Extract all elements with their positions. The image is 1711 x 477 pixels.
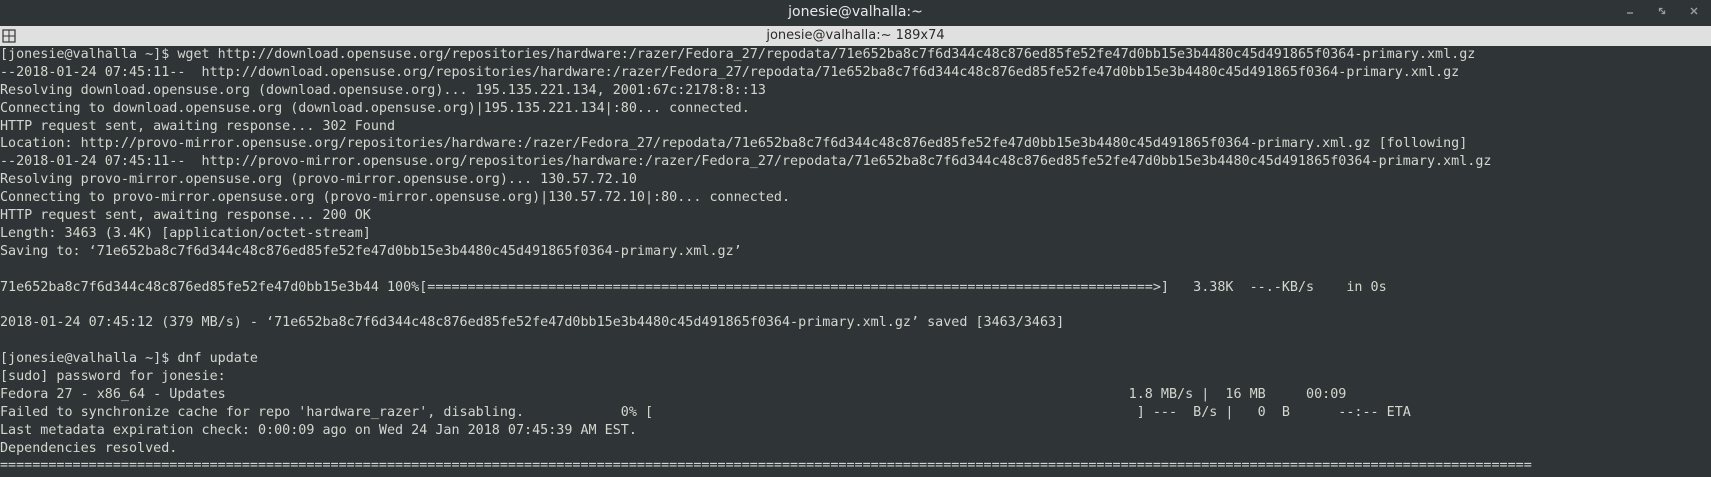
terminal-tab-bar: jonesie@valhalla:~ 189x74 (0, 26, 1711, 47)
close-icon[interactable] (1687, 3, 1701, 19)
terminal-line: Dependencies resolved. (0, 440, 178, 456)
terminal-line: HTTP request sent, awaiting response... … (0, 118, 396, 134)
window-controls (1623, 3, 1701, 19)
window-titlebar[interactable]: jonesie@valhalla:~ (0, 0, 1711, 26)
terminal-window: jonesie@valhalla:~ jonesie@valhalla:~ 18… (0, 0, 1711, 477)
terminal-line: Fedora 27 - x86_64 - Updates 1.8 MB/s | … (0, 386, 1347, 402)
terminal-line: ========================================… (0, 458, 1532, 474)
terminal-line: 2018-01-24 07:45:12 (379 MB/s) - ‘71e652… (0, 315, 1065, 331)
terminal-line: Length: 3463 (3.4K) [application/octet-s… (0, 225, 371, 241)
terminal-line: [sudo] password for jonesie: (0, 369, 226, 385)
terminal-line: [jonesie@valhalla ~]$ wget http://downlo… (0, 47, 1476, 62)
terminal-line: Failed to synchronize cache for repo 'ha… (0, 404, 1411, 420)
maximize-icon[interactable] (1655, 3, 1669, 19)
terminal-line: Resolving provo-mirror.opensuse.org (pro… (0, 172, 637, 188)
terminal-line: --2018-01-24 07:45:11-- http://download.… (0, 64, 1460, 80)
minimize-icon[interactable] (1623, 3, 1637, 19)
terminal-line: Saving to: ‘71e652ba8c7f6d344c48c876ed85… (0, 243, 742, 259)
terminal-line: Last metadata expiration check: 0:00:09 … (0, 422, 637, 438)
terminal-line: [jonesie@valhalla ~]$ dnf update (0, 351, 258, 367)
terminal-output[interactable]: [jonesie@valhalla ~]$ wget http://downlo… (0, 46, 1711, 477)
terminal-line: 71e652ba8c7f6d344c48c876ed85fe52fe47d0bb… (0, 279, 1387, 295)
tab-title[interactable]: jonesie@valhalla:~ 189x74 (0, 28, 1711, 43)
terminal-text: [jonesie@valhalla ~]$ wget http://downlo… (0, 46, 1711, 475)
terminal-line: Location: http://provo-mirror.opensuse.o… (0, 136, 1468, 152)
window-title: jonesie@valhalla:~ (788, 4, 923, 20)
terminal-line: Connecting to download.opensuse.org (dow… (0, 100, 750, 116)
terminal-line: Connecting to provo-mirror.opensuse.org … (0, 190, 791, 206)
terminal-line: Resolving download.opensuse.org (downloa… (0, 82, 766, 98)
terminal-line: HTTP request sent, awaiting response... … (0, 208, 371, 224)
terminal-line: --2018-01-24 07:45:11-- http://provo-mir… (0, 154, 1492, 170)
